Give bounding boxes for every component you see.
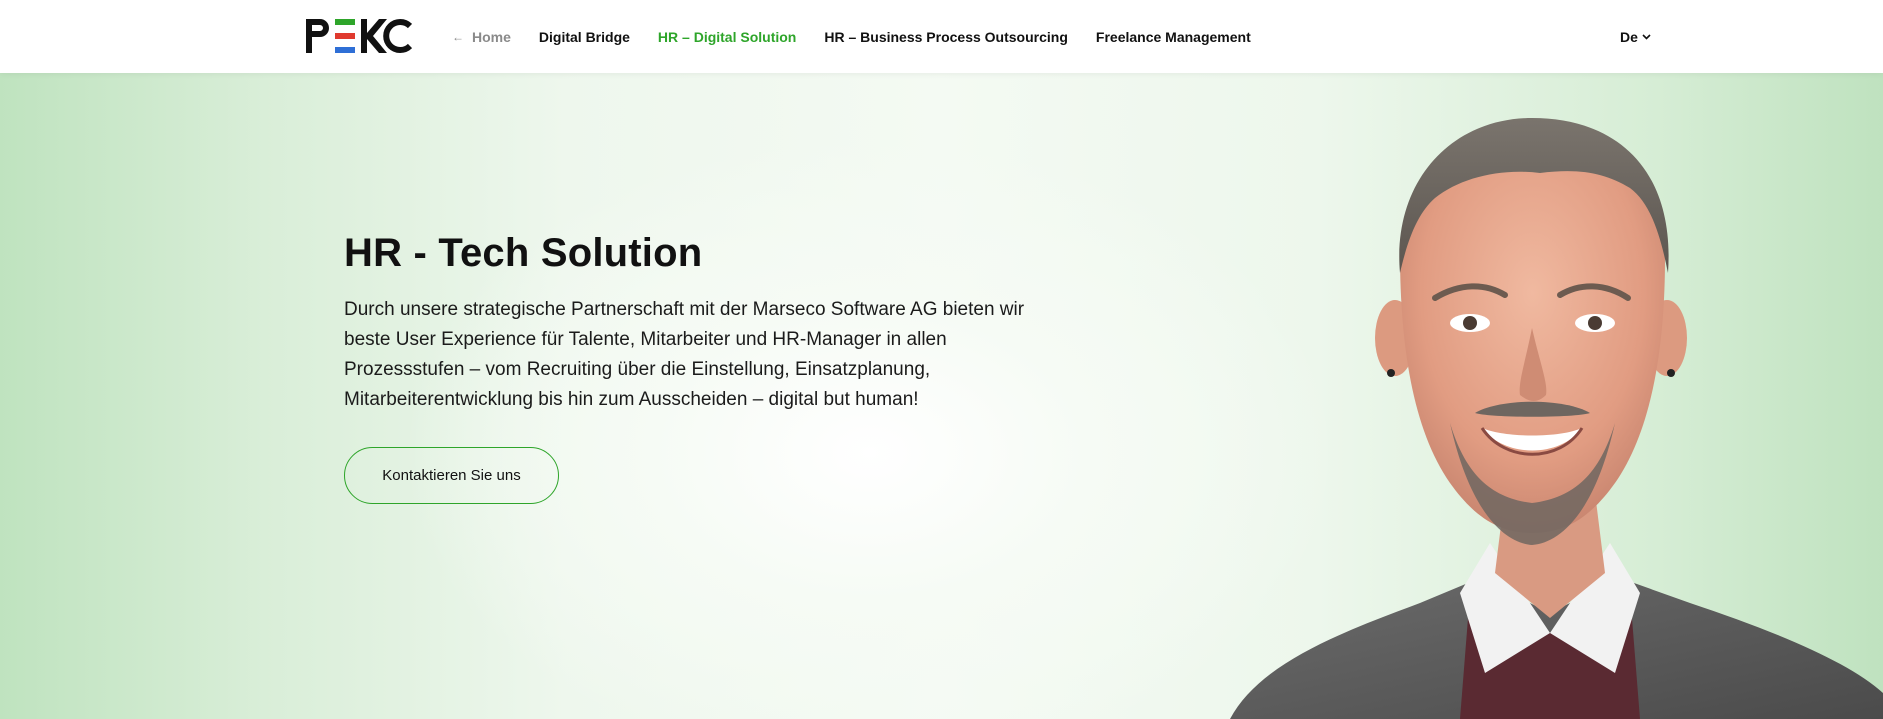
main-nav: ← Home Digital Bridge HR – Digital Solut… bbox=[452, 0, 1279, 73]
language-switcher[interactable]: De bbox=[1620, 0, 1652, 73]
nav-home-link[interactable]: ← Home bbox=[452, 29, 511, 45]
hero-description: Durch unsere strategische Partnerschaft … bbox=[344, 299, 1025, 410]
nav-hr-bpo-link[interactable]: HR – Business Process Outsourcing bbox=[824, 29, 1068, 45]
language-label: De bbox=[1620, 28, 1638, 45]
nav-hr-digital-solution-link[interactable]: HR – Digital Solution bbox=[658, 29, 796, 45]
peko-logo[interactable] bbox=[306, 18, 418, 54]
nav-digital-bridge-link[interactable]: Digital Bridge bbox=[539, 29, 630, 45]
site-header: ← Home Digital Bridge HR – Digital Solut… bbox=[0, 0, 1883, 73]
logo-mark bbox=[306, 19, 413, 53]
hero-section: HR - Tech Solution Durch unsere strategi… bbox=[0, 73, 1883, 719]
contact-us-button[interactable]: Kontaktieren Sie uns bbox=[344, 447, 559, 504]
hero-title: HR - Tech Solution bbox=[344, 231, 703, 275]
man-portrait-image bbox=[1230, 118, 1883, 719]
chevron-down-icon bbox=[1642, 34, 1651, 40]
arrow-left-icon: ← bbox=[452, 29, 464, 44]
nav-home-label: Home bbox=[472, 28, 511, 45]
nav-freelance-management-link[interactable]: Freelance Management bbox=[1096, 29, 1251, 45]
